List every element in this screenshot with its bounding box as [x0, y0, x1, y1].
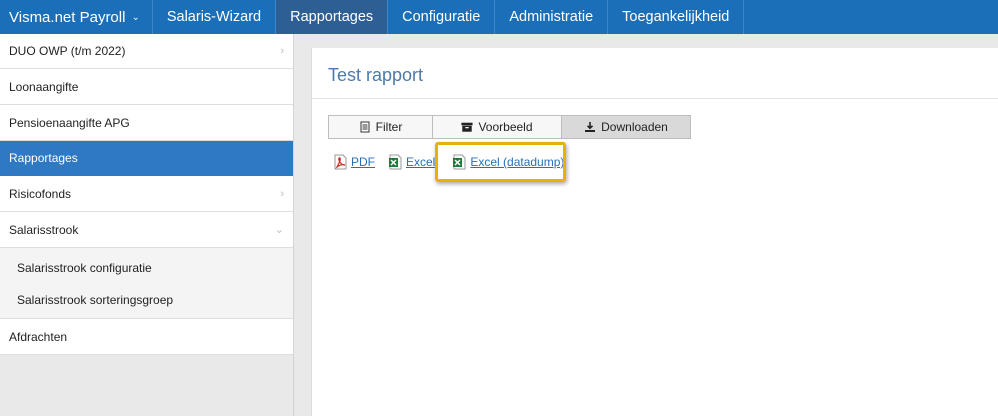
download-label: Excel — [406, 155, 436, 169]
sidebar-item-label: Risicofonds — [9, 186, 72, 201]
archive-icon — [461, 122, 474, 132]
sidebar-subitem-salarisstrook-configuratie[interactable]: Salarisstrook configuratie — [0, 248, 293, 282]
highlight-box — [435, 142, 566, 182]
tab-label: Downloaden — [601, 120, 668, 134]
sidebar-subitem-label: Salarisstrook sorteringsgroep — [17, 293, 174, 307]
nav-item-salaris-wizard[interactable]: Salaris-Wizard — [153, 0, 277, 34]
sidebar-item-salarisstrook[interactable]: Salarisstrook ⌄ — [0, 212, 293, 248]
tab-label: Voorbeeld — [478, 120, 533, 134]
report-tabs: Filter Voorbeeld Downloaden — [328, 115, 691, 139]
tab-filter[interactable]: Filter — [328, 115, 433, 139]
nav-item-toegankelijkheid[interactable]: Toegankelijkheid — [608, 0, 745, 34]
download-excel-link[interactable]: Excel — [388, 154, 435, 170]
document-icon — [360, 121, 370, 133]
sidebar-item-label: Pensioenaangifte APG — [9, 115, 130, 130]
excel-icon — [389, 154, 402, 170]
pdf-icon — [334, 154, 347, 170]
sidebar-item-label: Afdrachten — [9, 329, 68, 344]
sidebar-item-label: Loonaangifte — [9, 79, 79, 94]
sidebar-item-label: DUO OWP (t/m 2022) — [9, 44, 126, 58]
sidebar-item-afdrachten[interactable]: Afdrachten — [0, 319, 293, 355]
sidebar-item-label: Rapportages — [9, 151, 78, 165]
top-navigation: Visma.net Payroll ⌄ Salaris-Wizard Rappo… — [0, 0, 998, 34]
chevron-right-icon: › — [280, 45, 284, 57]
chevron-right-icon: › — [280, 187, 284, 200]
sidebar-subitem-salarisstrook-sorteringsgroep[interactable]: Salarisstrook sorteringsgroep — [0, 282, 293, 319]
sidebar-item-rapportages[interactable]: Rapportages — [0, 141, 293, 176]
page-title: Test rapport — [328, 65, 424, 85]
app-menu-button[interactable]: Visma.net Payroll ⌄ — [0, 0, 153, 34]
download-label: PDF — [351, 155, 375, 169]
tab-downloaden[interactable]: Downloaden — [562, 115, 691, 139]
sidebar-item-risicofonds[interactable]: Risicofonds › — [0, 176, 293, 212]
sidebar-subitem-label: Salarisstrook configuratie — [17, 261, 152, 275]
sidebar: DUO OWP (t/m 2022) › Loonaangifte Pensio… — [0, 34, 294, 416]
chevron-down-icon: ⌄ — [274, 224, 284, 236]
nav-item-administratie[interactable]: Administratie — [495, 0, 609, 34]
main-panel: Test rapport Filter Voorbeeld Downloaden… — [311, 48, 998, 416]
nav-item-configuratie[interactable]: Configuratie — [388, 0, 496, 34]
sidebar-item-duo-owp[interactable]: DUO OWP (t/m 2022) › — [0, 34, 293, 69]
sidebar-item-label: Salarisstrook — [9, 222, 79, 237]
sidebar-item-loonaangifte[interactable]: Loonaangifte — [0, 69, 293, 105]
app-title: Visma.net Payroll — [9, 8, 126, 26]
nav-item-rapportages[interactable]: Rapportages — [276, 0, 389, 34]
divider — [312, 98, 998, 99]
sidebar-item-pensioenaangifte[interactable]: Pensioenaangifte APG — [0, 105, 293, 141]
tab-label: Filter — [375, 120, 403, 134]
tab-voorbeeld[interactable]: Voorbeeld — [433, 115, 562, 139]
download-icon — [585, 122, 596, 132]
download-pdf-link[interactable]: PDF — [333, 154, 375, 170]
chevron-down-icon: ⌄ — [131, 11, 140, 23]
